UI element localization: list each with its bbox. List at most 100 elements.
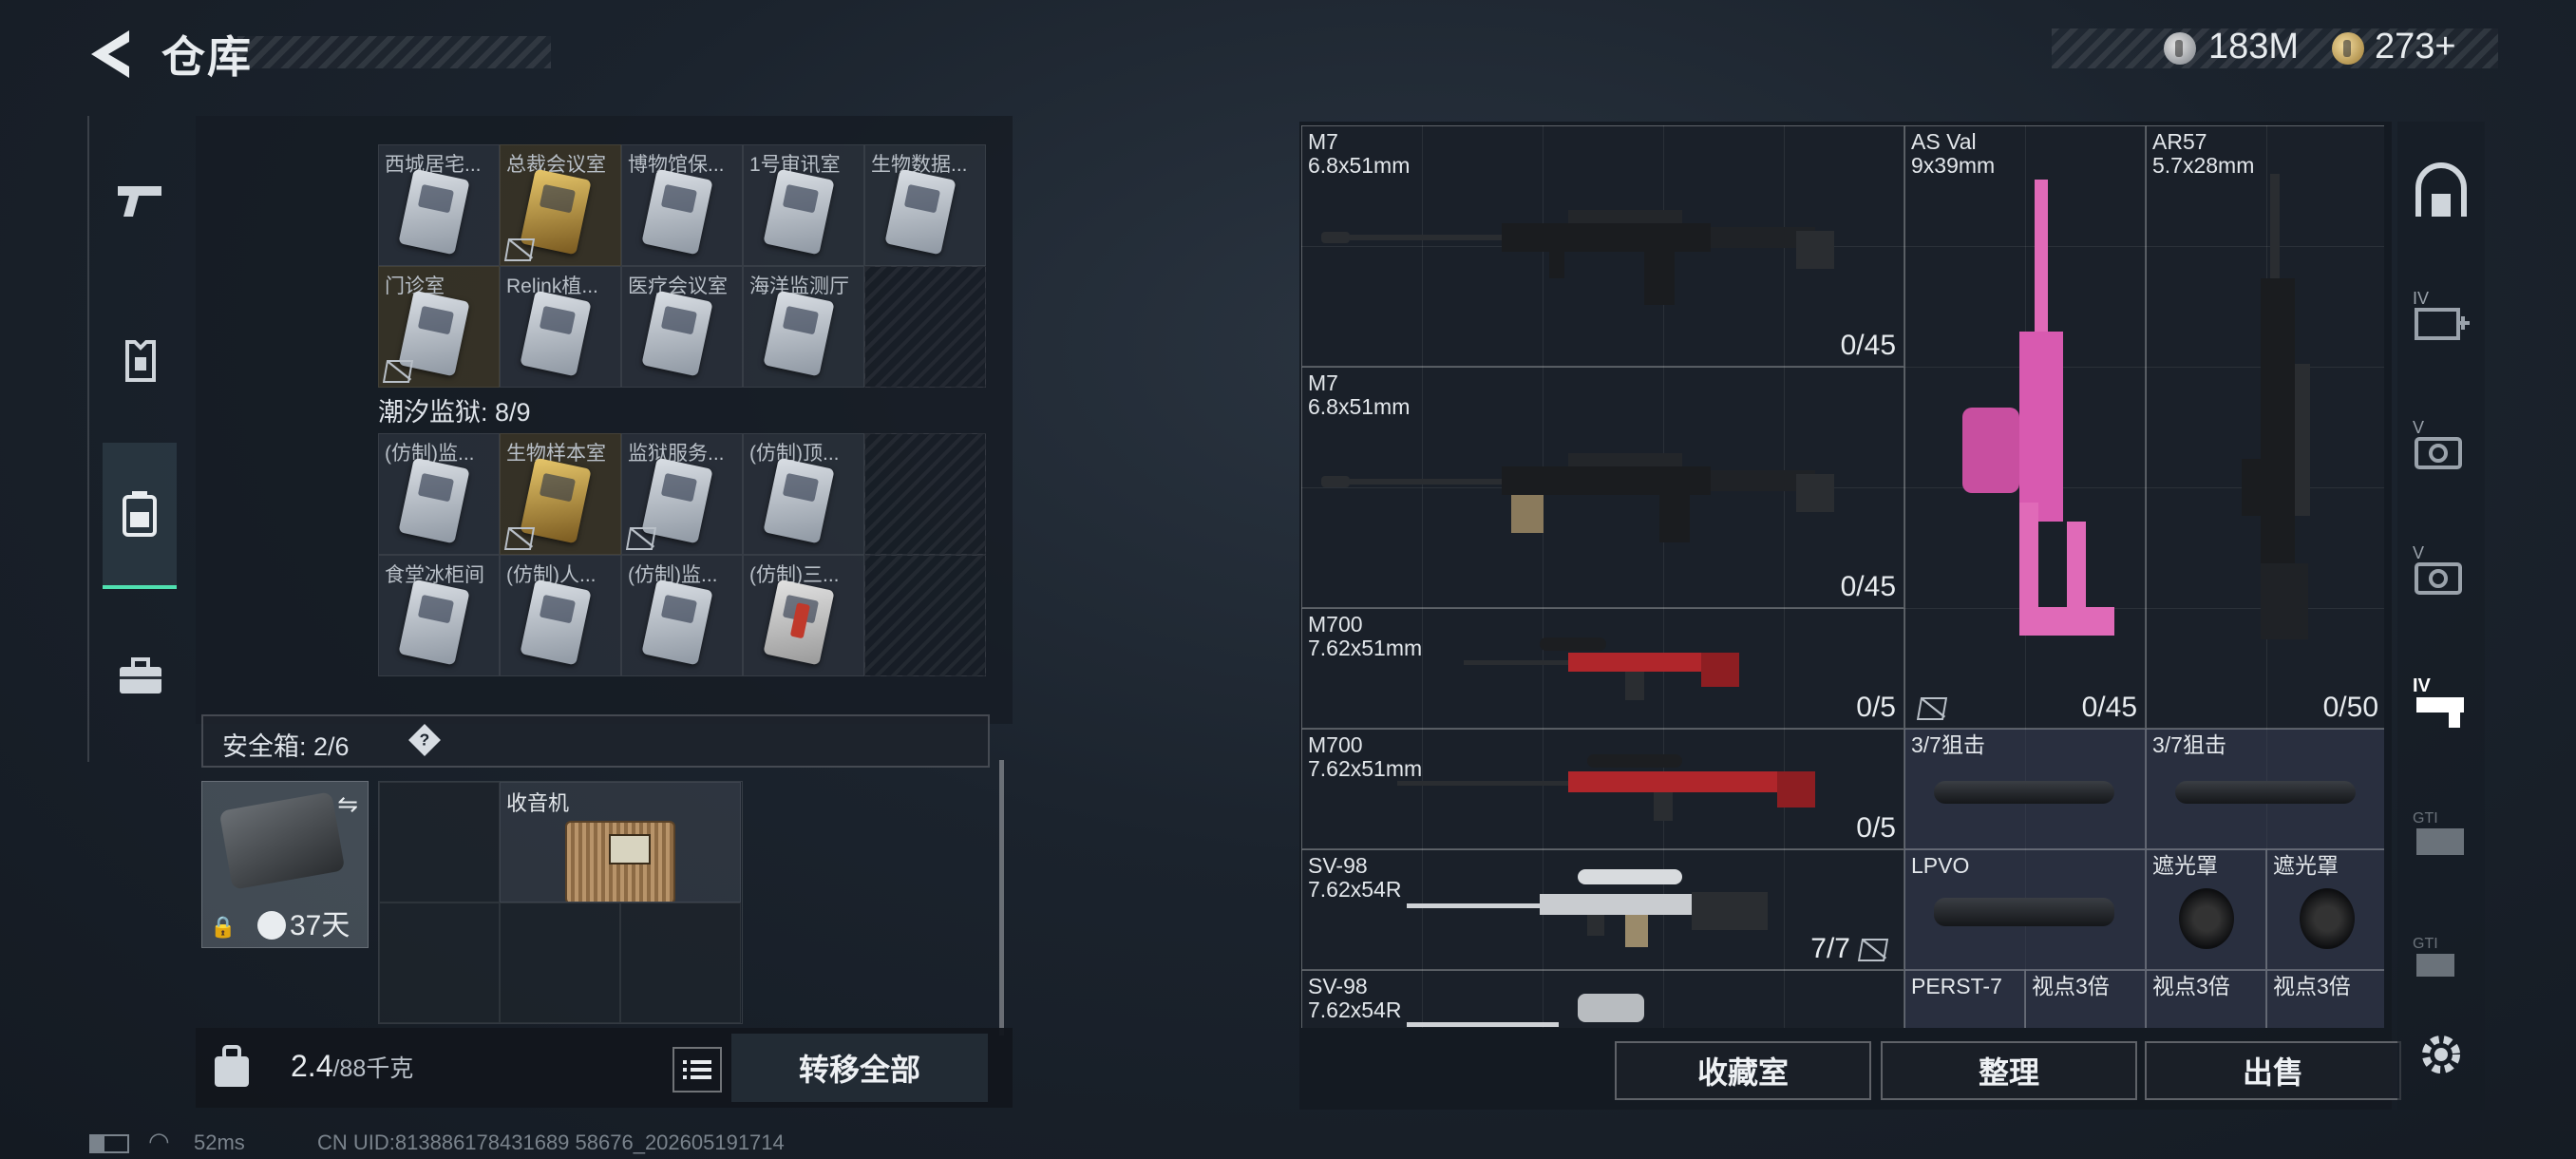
svg-text:IV: IV: [2413, 675, 2432, 696]
no-insure-icon: [382, 360, 414, 383]
attachment-name: 3/7狙击: [2152, 732, 2226, 757]
keycard-slot[interactable]: (仿制)顶...: [743, 433, 864, 555]
help-icon[interactable]: ?: [408, 724, 441, 756]
sniper-rifle-icon: [1397, 754, 1815, 821]
shade-slot[interactable]: 遮光罩: [2146, 849, 2266, 970]
gti-tool-icon[interactable]: GTI: [2411, 929, 2472, 990]
ammo-count: 0/45: [1840, 571, 1896, 602]
empty-slot[interactable]: [379, 902, 500, 1023]
nav-case[interactable]: [103, 638, 179, 714]
gold-amount[interactable]: 273+: [2375, 27, 2456, 67]
helmet-v-icon[interactable]: V: [2411, 540, 2472, 600]
settings-gear-icon[interactable]: [2411, 1024, 2472, 1085]
attachment-name: 遮光罩: [2152, 853, 2218, 878]
weapon-slot-as-val[interactable]: AS Val 9x39mm 0/45: [1904, 125, 2146, 729]
scope-slot[interactable]: 3/7狙击: [1904, 729, 2146, 849]
weapon-slot-m700[interactable]: M700 7.62x51mm 0/5: [1301, 729, 1904, 849]
radio-item-slot[interactable]: 收音机: [500, 782, 741, 902]
keycard-slot[interactable]: (仿制)监...: [621, 555, 743, 676]
empty-slot[interactable]: [864, 433, 986, 555]
empty-slot[interactable]: [864, 555, 986, 676]
keycard-slot[interactable]: 监狱服务...: [621, 433, 743, 555]
keycard-slot[interactable]: 医疗会议室: [621, 266, 743, 388]
ammo-count: 7/7: [1810, 933, 1850, 964]
briefcase-icon: [120, 657, 161, 694]
gti-case-icon[interactable]: GTI: [2411, 804, 2472, 864]
keycard-slot[interactable]: 博物馆保...: [621, 144, 743, 266]
swap-icon[interactable]: ⇋: [337, 789, 358, 819]
ammo-count: 0/5: [1856, 812, 1896, 844]
attachment-name: 视点3倍: [2032, 974, 2110, 998]
backpack-icon: [123, 491, 157, 537]
title-stripe: [237, 36, 551, 68]
nav-backpack[interactable]: [103, 443, 177, 589]
attachment-name: PERST-7: [1911, 974, 2002, 998]
perst-slot[interactable]: PERST-7: [1904, 970, 2025, 1028]
weapon-slot-sv98[interactable]: SV-98 7.62x54R: [1301, 970, 1904, 1028]
keycard-slot[interactable]: 生物数据...: [864, 144, 986, 266]
scope-slot[interactable]: 3/7狙击: [2146, 729, 2384, 849]
weapon-slot-m7[interactable]: M7 6.8x51mm 0/45: [1301, 125, 1904, 367]
empty-slot[interactable]: [620, 902, 741, 1023]
collection-button[interactable]: 收藏室: [1615, 1041, 1871, 1100]
weapon-slot-ar57[interactable]: AR57 5.7x28mm 0/50: [2146, 125, 2384, 729]
sort-button[interactable]: 整理: [1881, 1041, 2137, 1100]
weapon-name: AS Val 9x39mm: [1911, 129, 1996, 178]
empty-slot[interactable]: [864, 266, 986, 388]
no-insure-icon: [1857, 939, 1889, 961]
attachment-name: 视点3倍: [2273, 974, 2351, 998]
keycard-slot[interactable]: (仿制)人...: [500, 555, 621, 676]
svg-text:IV: IV: [2413, 289, 2429, 308]
keycard-slot[interactable]: (仿制)三...: [743, 555, 864, 676]
sniper-rifle-icon: [1407, 994, 1644, 1027]
keycard-slot[interactable]: (仿制)监...: [378, 433, 500, 555]
attachment-name: LPVO: [1911, 853, 1970, 878]
safe-box-header: 安全箱: 2/6 ?: [201, 714, 990, 768]
weapon-tier-icon[interactable]: IV: [2411, 673, 2472, 733]
armor-v-icon[interactable]: V: [2411, 414, 2472, 475]
ammo-count: 0/45: [1840, 330, 1896, 361]
attachment-name: 遮光罩: [2273, 853, 2339, 878]
weapon-slot-m700[interactable]: M700 7.62x51mm 0/5: [1301, 608, 1904, 729]
keycard-slot[interactable]: Relink植...: [500, 266, 621, 388]
list-view-button[interactable]: [672, 1047, 722, 1092]
keycard-slot[interactable]: 1号审讯室: [743, 144, 864, 266]
back-arrow-icon[interactable]: [87, 28, 133, 80]
weight-max: /88千克: [332, 1055, 414, 1082]
lock-icon: 🔒: [210, 915, 237, 939]
weight-icon: [215, 1045, 249, 1087]
sight-slot[interactable]: 视点3倍: [2025, 970, 2146, 1028]
shade-slot[interactable]: 遮光罩: [2266, 849, 2384, 970]
weapon-slot-m7[interactable]: M7 6.8x51mm 0/45: [1301, 367, 1904, 608]
nav-weapons[interactable]: [103, 163, 179, 239]
weapon-slot-sv98[interactable]: SV-98 7.62x54R 7/7: [1301, 849, 1904, 970]
transfer-all-button[interactable]: 转移全部: [731, 1034, 988, 1102]
radio-icon: [565, 821, 675, 902]
safe-box-grid: 收音机: [378, 781, 743, 1024]
keycard-slot[interactable]: 总裁会议室: [500, 144, 621, 266]
empty-slot[interactable]: [500, 902, 620, 1023]
keycard-slot[interactable]: 生物样本室: [500, 433, 621, 555]
keycard-slot[interactable]: 门诊室: [378, 266, 500, 388]
sell-button[interactable]: 出售: [2145, 1041, 2401, 1100]
safe-box-slot[interactable]: ⇋ 🔒 37天: [201, 781, 369, 948]
keycard-slot[interactable]: 海洋监测厅: [743, 266, 864, 388]
ammo-count: 0/5: [1856, 692, 1896, 723]
empty-slot[interactable]: [379, 782, 500, 902]
keycard-slot[interactable]: 食堂冰柜间: [378, 555, 500, 676]
weapon-name: SV-98 7.62x54R: [1308, 853, 1402, 902]
sight-slot[interactable]: 视点3倍: [2266, 970, 2384, 1028]
medkit-tier-icon[interactable]: IV: [2411, 285, 2472, 346]
keycard-grid-1: 西城居宅... 总裁会议室 博物馆保... 1号审讯室 生物数据... 门诊室 …: [378, 144, 986, 388]
weapon-name: M7 6.8x51mm: [1308, 370, 1411, 419]
sight-slot[interactable]: 视点3倍: [2146, 970, 2266, 1028]
svg-text:GTI: GTI: [2413, 936, 2438, 952]
keycard-slot[interactable]: 西城居宅...: [378, 144, 500, 266]
weight-readout: 2.4/88千克: [291, 1049, 413, 1084]
scrollbar[interactable]: [999, 760, 1004, 1036]
nav-armor[interactable]: [103, 323, 179, 399]
sniper-rifle-icon: [1464, 637, 1739, 700]
lpvo-slot[interactable]: LPVO: [1904, 849, 2146, 970]
stash-icon[interactable]: [2411, 162, 2472, 222]
scope-icon: [1934, 898, 2114, 926]
